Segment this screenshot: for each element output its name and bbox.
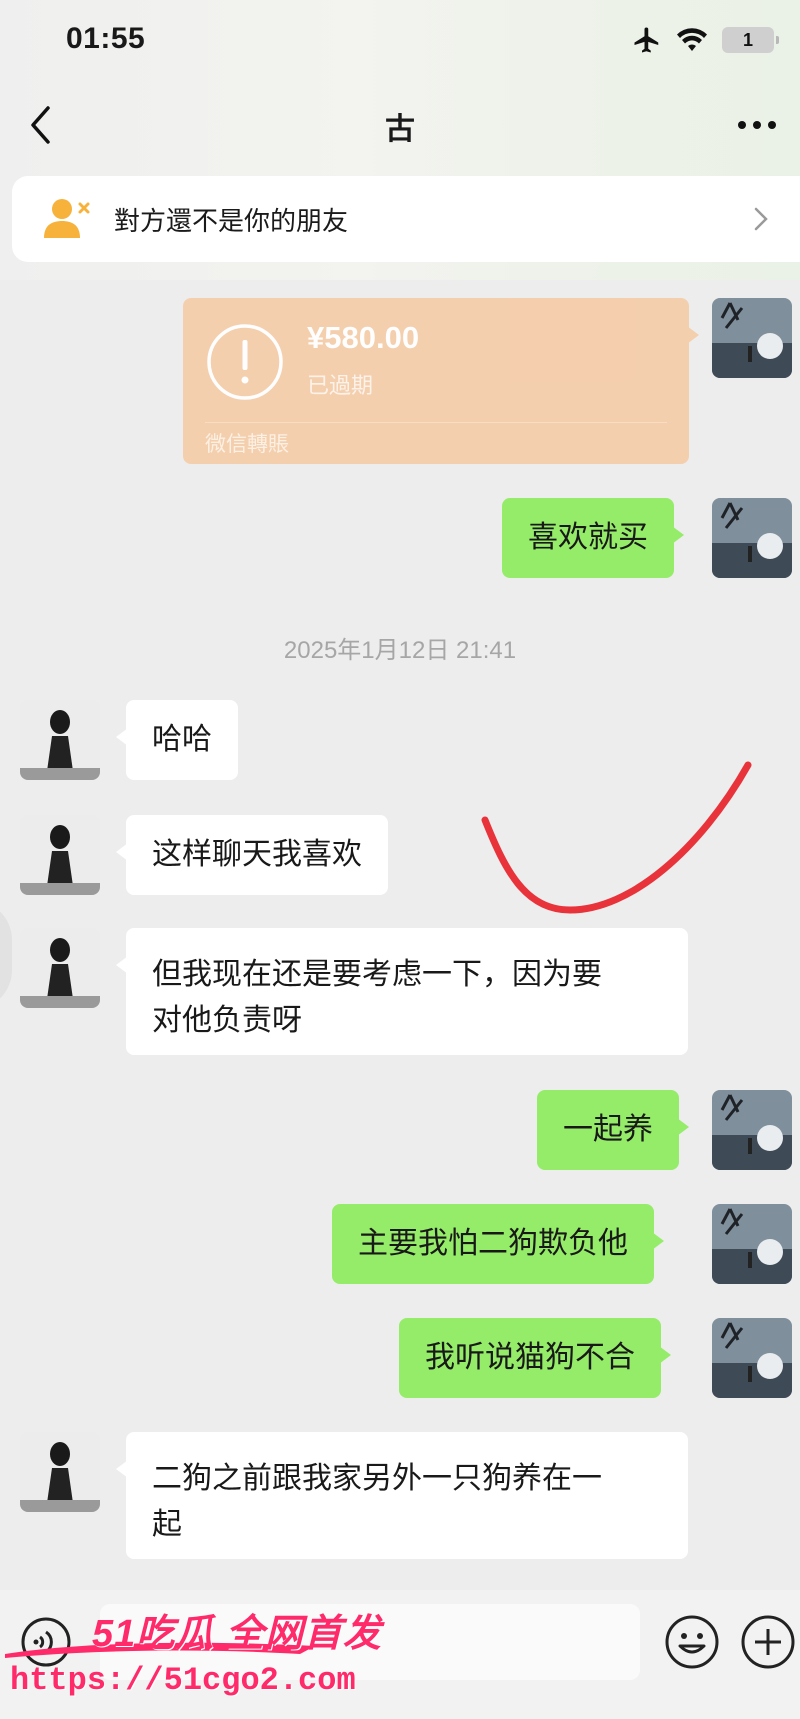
transfer-status: 已過期 — [307, 374, 374, 399]
avatar-contact[interactable] — [20, 1432, 100, 1512]
avatar-me[interactable] — [712, 1204, 792, 1284]
message-line: 对他负责呀 — [152, 1003, 302, 1038]
wifi-icon — [677, 28, 707, 51]
transfer-divider — [205, 422, 667, 423]
message-line: 起 — [152, 1507, 182, 1542]
avatar-me[interactable] — [712, 1090, 792, 1170]
message-text: 主要我怕二狗欺负他 — [358, 1226, 628, 1261]
nav-bar: 古 — [0, 90, 800, 160]
watermark-url[interactable]: https://51cgo2.com — [10, 1662, 356, 1699]
airplane-icon — [634, 27, 659, 53]
message-bubble-contact[interactable]: 但我现在还是要考虑一下，因为要 对他负责呀 — [116, 928, 688, 1055]
status-time: 01:55 — [66, 22, 146, 55]
checkmark-annotation — [481, 761, 752, 914]
message-bubble-me[interactable]: 我听说猫狗不合 — [399, 1318, 671, 1398]
add-friend-icon — [44, 199, 90, 238]
status-icons: 1 — [632, 24, 779, 56]
message-text: 这样聊天我喜欢 — [152, 837, 362, 872]
message-bubble-contact[interactable]: 这样聊天我喜欢 — [116, 815, 388, 895]
message-text: 喜欢就买 — [528, 520, 648, 555]
battery-indicator: 1 — [722, 27, 779, 53]
message-text: 一起养 — [563, 1112, 653, 1147]
transfer-card[interactable]: ¥580.00 已過期 微信轉賬 — [183, 298, 699, 464]
not-friend-banner[interactable]: 對方還不是你的朋友 — [12, 176, 800, 262]
more-button[interactable] — [732, 102, 782, 148]
not-friend-text: 對方還不是你的朋友 — [114, 206, 349, 237]
message-line: 二狗之前跟我家另外一只狗养在一 — [152, 1461, 602, 1496]
message-line: 但我现在还是要考虑一下，因为要 — [152, 957, 602, 992]
plus-icon[interactable] — [740, 1614, 796, 1670]
more-icon — [738, 121, 776, 129]
transfer-amount: ¥580.00 — [307, 320, 420, 355]
message-bubble-me[interactable]: 一起养 — [537, 1090, 689, 1170]
message-bubble-contact[interactable]: 哈哈 — [116, 700, 238, 780]
avatar-me[interactable] — [712, 1318, 792, 1398]
avatar-me[interactable] — [712, 298, 792, 378]
watermark-title: 51吃瓜 全网首发 — [92, 1613, 382, 1655]
warning-icon — [207, 324, 283, 400]
side-handle[interactable] — [0, 900, 12, 1010]
avatar-me[interactable] — [712, 498, 792, 578]
message-bubble-me[interactable]: 喜欢就买 — [502, 498, 684, 578]
avatar-contact[interactable] — [20, 815, 100, 895]
avatar-contact[interactable] — [20, 928, 100, 1008]
transfer-label: 微信轉賬 — [205, 432, 289, 456]
message-bubble-contact[interactable]: 二狗之前跟我家另外一只狗养在一 起 — [116, 1432, 688, 1559]
message-text: 我听说猫狗不合 — [425, 1340, 635, 1375]
chevron-right-icon — [754, 207, 768, 231]
message-bubble-me[interactable]: 主要我怕二狗欺负他 — [332, 1204, 664, 1284]
status-bar: 01:55 1 — [0, 0, 800, 80]
message-text: 哈哈 — [152, 722, 212, 757]
avatar-contact[interactable] — [20, 700, 100, 780]
emoji-icon[interactable] — [664, 1614, 720, 1670]
message-timestamp: 2025年1月12日 21:41 — [283, 637, 517, 664]
chat-title: 古 — [385, 112, 415, 147]
